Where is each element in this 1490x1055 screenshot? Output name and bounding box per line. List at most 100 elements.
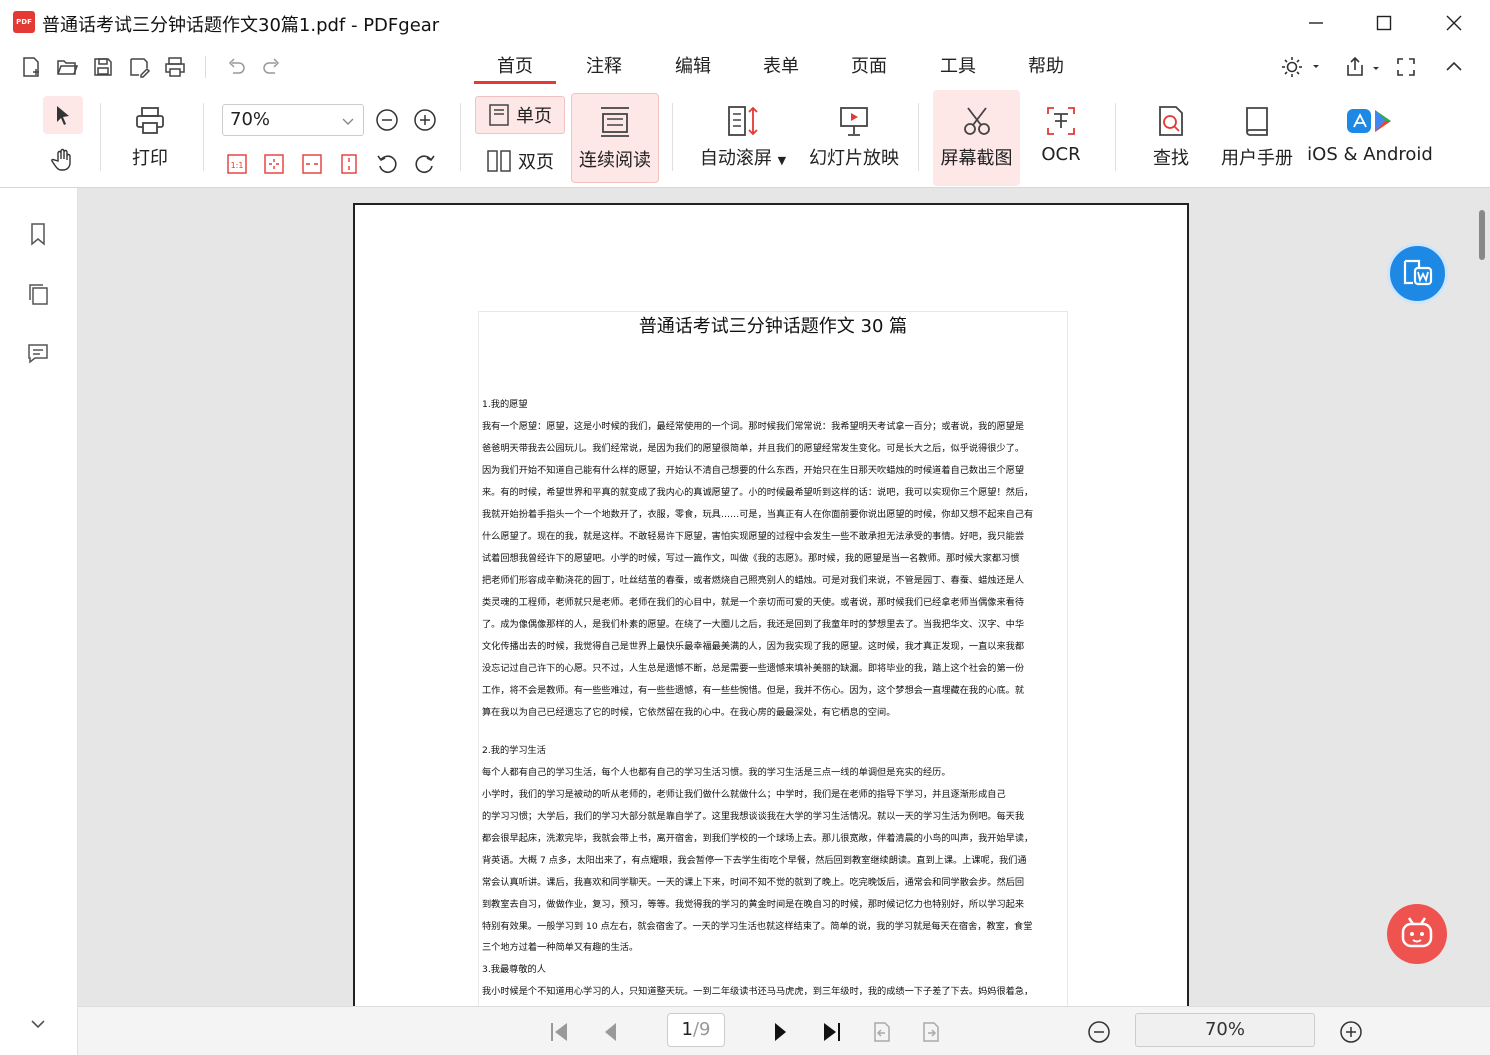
double-page-button[interactable]: 双页 xyxy=(475,146,565,176)
cursor-arrow-icon xyxy=(57,106,69,125)
tab-annotate[interactable]: 注释 xyxy=(563,52,645,84)
fit-width-icon xyxy=(302,154,322,174)
new-file-button[interactable] xyxy=(16,52,46,82)
sidebar-expand-button[interactable] xyxy=(25,1011,51,1037)
thumbnails-panel-button[interactable] xyxy=(25,281,51,307)
print-button[interactable]: 打印 xyxy=(117,104,183,176)
zoom-in-button[interactable] xyxy=(412,107,438,133)
divider xyxy=(672,103,673,171)
divider xyxy=(100,103,101,171)
actual-size-text: 1:1 xyxy=(231,161,244,170)
bookmark-panel-button[interactable] xyxy=(25,221,51,247)
screenshot-button[interactable]: 屏幕截图 xyxy=(933,90,1020,186)
bottom-zoom-out-button[interactable] xyxy=(1084,1017,1114,1047)
zoom-value: 70% xyxy=(230,109,271,130)
auto-scroll-button[interactable]: 自动滚屏 ▼ xyxy=(693,104,793,176)
fit-page-button[interactable] xyxy=(261,151,287,177)
share-button[interactable] xyxy=(1340,52,1384,82)
hand-icon xyxy=(51,148,71,171)
save-button[interactable] xyxy=(88,52,118,82)
comments-panel-button[interactable] xyxy=(25,340,51,366)
continuous-scroll-icon xyxy=(601,107,629,137)
page-text-block: 普通话考试三分钟话题作文 30 篇 1.我的愿望 我有一个愿望：愿望，这是小时候的… xyxy=(478,311,1068,1006)
bottom-zoom-in-button[interactable] xyxy=(1336,1017,1366,1047)
fit-width-button[interactable] xyxy=(299,151,325,177)
dropdown-caret-icon: ▼ xyxy=(777,154,787,167)
hand-tool[interactable] xyxy=(50,147,76,173)
find-label: 查找 xyxy=(1153,148,1189,169)
comment-icon xyxy=(28,344,48,364)
undo-button[interactable] xyxy=(221,52,251,82)
mobile-apps-label: iOS & Android xyxy=(1307,144,1433,165)
collapse-ribbon-button[interactable] xyxy=(1439,52,1469,82)
tab-form[interactable]: 表单 xyxy=(740,52,822,84)
tab-help[interactable]: 帮助 xyxy=(1005,52,1087,84)
redo-icon xyxy=(263,58,280,74)
first-page-button[interactable] xyxy=(544,1017,574,1047)
tab-page[interactable]: 页面 xyxy=(828,52,910,84)
last-page-icon xyxy=(824,1023,840,1041)
quick-print-button[interactable] xyxy=(160,52,190,82)
paragraph-line: 常会认真听讲。课后，我喜欢和同学聊天。一天的课上下来，时间不知不觉的就到了晚上。… xyxy=(482,877,1025,888)
tab-edit[interactable]: 编辑 xyxy=(652,52,734,84)
paragraph-line: 小学时，我们的学习是被动的听从老师的，老师让我们做什么就做什么；中学时，我们是在… xyxy=(482,789,1006,800)
paragraph-line: 工作，将不会是教师。有一些些难过，有一些些遗憾，有一些些惋惜。但是，我并不伤心。… xyxy=(482,685,1025,696)
document-viewer[interactable]: 普通话考试三分钟话题作文 30 篇 1.我的愿望 我有一个愿望：愿望，这是小时候的… xyxy=(78,188,1490,1006)
chevron-up-icon xyxy=(1446,61,1462,71)
paragraph-line: 特别有效果。一般学习到 10 点左右，就会宿舍了。一天的学习生活也就这样结束了。… xyxy=(482,921,1033,932)
scissors-icon xyxy=(963,107,990,135)
previous-page-button[interactable] xyxy=(595,1017,625,1047)
maximize-button[interactable] xyxy=(1364,8,1404,38)
paragraph-line: 到教室去自习，做做作业，复习，预习，等等。我觉得我的学习的黄金时间是在晚自习的时… xyxy=(482,899,1025,910)
user-manual-button[interactable]: 用户手册 xyxy=(1214,104,1300,176)
zoom-out-button[interactable] xyxy=(374,107,400,133)
close-button[interactable] xyxy=(1434,8,1474,38)
maximize-icon xyxy=(1376,15,1392,31)
double-page-icon xyxy=(487,150,511,172)
pdf-to-word-button[interactable] xyxy=(1387,243,1448,304)
tab-tools[interactable]: 工具 xyxy=(917,52,999,84)
forward-view-button[interactable] xyxy=(916,1017,946,1047)
paragraph-line: 都会很早起床，洗漱完毕，我就会带上书，离开宿舍，到我们学校的一个球场上去。那儿很… xyxy=(482,833,1034,844)
page-number-box[interactable]: 1/9 xyxy=(667,1013,725,1047)
paragraph-line: 爸爸明天带我去公园玩儿。我们经常说，是因为我们的愿望很简单，并且我们的愿望经常发… xyxy=(482,443,1025,454)
slideshow-button[interactable]: 幻灯片放映 xyxy=(806,104,902,176)
rotate-left-button[interactable] xyxy=(374,151,400,177)
mobile-apps-button[interactable]: iOS & Android xyxy=(1304,104,1436,176)
paragraph-line: 我小时候是个不知道用心学习的人，只知道整天玩。一到二年级读书还马马虎虎，到三年级… xyxy=(482,986,1034,997)
minus-circle-icon xyxy=(376,109,398,131)
sun-icon xyxy=(1282,57,1319,77)
fullscreen-button[interactable] xyxy=(1391,52,1421,82)
find-button[interactable]: 查找 xyxy=(1138,104,1204,176)
rotate-right-icon xyxy=(415,155,435,173)
last-page-button[interactable] xyxy=(817,1017,847,1047)
continuous-reading-button[interactable]: 连续阅读 xyxy=(571,93,659,183)
paragraph-line: 算在我以为自己已经遗忘了它的时候，它依然留在我的心中。在我心房的最最深处，有它栖… xyxy=(482,707,896,718)
theme-button[interactable] xyxy=(1278,52,1322,82)
next-page-button[interactable] xyxy=(766,1017,796,1047)
new-file-icon xyxy=(23,57,39,77)
zoom-select[interactable]: 70% xyxy=(222,104,364,136)
rotate-right-button[interactable] xyxy=(412,151,438,177)
fit-height-button[interactable] xyxy=(336,151,362,177)
bottom-zoom-value[interactable]: 70% xyxy=(1135,1013,1315,1047)
vertical-scrollbar[interactable] xyxy=(1479,210,1485,260)
robot-icon xyxy=(1401,917,1433,948)
chevron-down-icon xyxy=(342,118,354,125)
open-file-button[interactable] xyxy=(52,52,82,82)
redo-button[interactable] xyxy=(257,52,287,82)
app-logo: PDF xyxy=(13,11,35,33)
save-icon xyxy=(94,58,112,76)
ocr-button[interactable]: OCR xyxy=(1028,104,1094,176)
total-pages: /9 xyxy=(692,1019,711,1040)
tab-home[interactable]: 首页 xyxy=(474,52,556,84)
select-tool[interactable] xyxy=(43,96,83,134)
single-page-button[interactable]: 单页 xyxy=(475,96,565,134)
section-heading: 2.我的学习生活 xyxy=(482,745,546,756)
save-as-button[interactable] xyxy=(124,52,154,82)
minimize-button[interactable] xyxy=(1296,8,1336,38)
back-view-button[interactable] xyxy=(867,1017,897,1047)
ai-assistant-button[interactable] xyxy=(1387,904,1447,964)
plus-circle-icon xyxy=(414,109,436,131)
actual-size-button[interactable]: 1:1 xyxy=(224,151,250,177)
